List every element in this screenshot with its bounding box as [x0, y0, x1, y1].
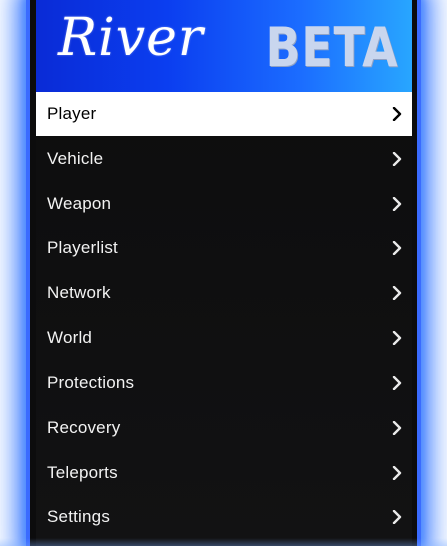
menu-item-network[interactable]: Network: [36, 271, 412, 315]
menu-item-label: Teleports: [47, 463, 118, 482]
menu-item-label: Vehicle: [47, 149, 104, 168]
beta-badge: BETA: [264, 16, 398, 79]
chevron-right-icon: [390, 105, 404, 123]
menu-item-settings[interactable]: Settings: [36, 495, 412, 539]
chevron-right-icon: [390, 195, 404, 213]
menu-item-label: Recovery: [47, 418, 121, 437]
menu-item-playerlist[interactable]: Playerlist: [36, 226, 412, 270]
river-logo: River: [58, 8, 204, 68]
menu-item-label: Player: [47, 104, 97, 123]
main-menu: Player Vehicle Weapon Playerlist Network: [36, 92, 412, 546]
menu-item-label: Weapon: [47, 194, 112, 213]
menu-item-label: Settings: [47, 507, 111, 526]
chevron-right-icon: [390, 329, 404, 347]
menu-item-label: Protections: [47, 373, 135, 392]
chevron-right-icon: [390, 150, 404, 168]
menu-item-vehicle[interactable]: Vehicle: [36, 137, 412, 181]
menu-header: River BETA: [36, 0, 412, 92]
chevron-right-icon: [390, 284, 404, 302]
menu-item-weapon[interactable]: Weapon: [36, 182, 412, 226]
menu-item-label: World: [47, 328, 93, 347]
chevron-right-icon: [390, 374, 404, 392]
menu-item-recovery[interactable]: Recovery: [36, 406, 412, 450]
chevron-right-icon: [390, 508, 404, 526]
menu-item-protections[interactable]: Protections: [36, 361, 412, 405]
menu-item-world[interactable]: World: [36, 316, 412, 360]
chevron-right-icon: [390, 239, 404, 257]
chevron-right-icon: [390, 419, 404, 437]
menu-window: River BETA Player Vehicle Weapon Playerl…: [26, 0, 421, 546]
menu-item-label: Network: [47, 283, 111, 302]
menu-item-label: Playerlist: [47, 238, 118, 257]
menu-item-teleports[interactable]: Teleports: [36, 451, 412, 495]
menu-item-player[interactable]: Player: [36, 92, 412, 136]
chevron-right-icon: [390, 464, 404, 482]
